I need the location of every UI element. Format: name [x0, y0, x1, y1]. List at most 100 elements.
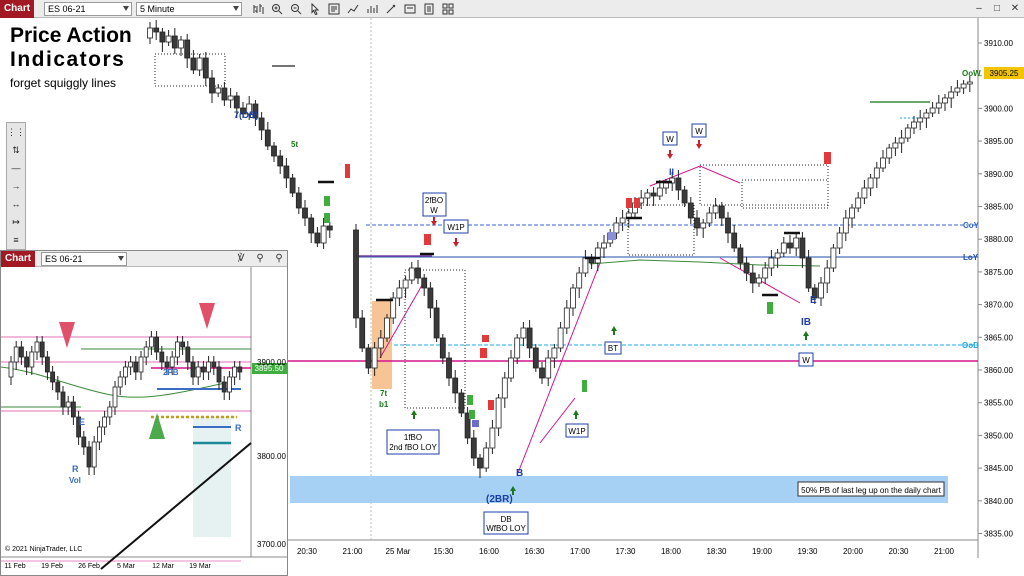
- bear-candle: [687, 202, 694, 219]
- bull-candle: [886, 147, 893, 159]
- bull-candle: [824, 267, 831, 284]
- bear-candle: [50, 371, 55, 383]
- interval-value: 5 Minute: [140, 3, 175, 14]
- bars-icon[interactable]: ℣: [233, 252, 249, 266]
- bull-candle: [107, 406, 113, 418]
- bear-candle: [209, 77, 215, 94]
- pointer-icon[interactable]: [307, 2, 323, 16]
- inset-price-label: 3700.00: [257, 540, 286, 549]
- bull-candle: [966, 81, 973, 85]
- bear-candle: [805, 257, 812, 289]
- extended-line-icon[interactable]: ↔: [7, 195, 25, 213]
- drawing-toolstrip: ⋮⋮ ⇅ — → ↔ ↦ ≡: [6, 122, 26, 250]
- horizontal-line-icon[interactable]: —: [7, 159, 25, 177]
- bear-candle: [787, 242, 793, 249]
- inset-chart-tab[interactable]: Chart: [1, 250, 35, 267]
- bear-candle: [458, 392, 465, 414]
- arrow-up-down-icon[interactable]: ⇅: [7, 141, 25, 159]
- inset-price-label: 3900.00: [257, 358, 286, 367]
- bear-candle: [302, 207, 308, 219]
- two-br-label: (2BR): [486, 494, 513, 505]
- bull-candle: [706, 212, 713, 224]
- bull-candle: [836, 232, 843, 249]
- bear-candle: [749, 272, 756, 284]
- price-axis-label: 3875.00: [984, 268, 1013, 277]
- bear-candle: [233, 95, 240, 109]
- bear-candle: [133, 361, 139, 373]
- bull-candle: [29, 351, 35, 368]
- time-axis-label: 20:30: [888, 547, 909, 556]
- bear-candle: [326, 225, 333, 231]
- info-marker: [472, 420, 479, 427]
- five-t-label: 5t: [291, 140, 298, 149]
- zoom-out-icon[interactable]: ⚲: [271, 252, 287, 266]
- minimize-icon[interactable]: –: [970, 2, 988, 16]
- toolstrip-grip-icon[interactable]: ⋮⋮: [7, 123, 25, 141]
- trend-channel-icon[interactable]: ≡: [7, 231, 25, 249]
- inset-date-label: 19 Mar: [189, 563, 211, 570]
- properties-icon[interactable]: [421, 2, 437, 16]
- instrument-value: ES 06-21: [48, 3, 86, 14]
- templates-icon[interactable]: [440, 2, 456, 16]
- bull-candle: [384, 317, 390, 339]
- oow-label: OoW: [962, 69, 981, 78]
- chevron-down-icon: [233, 5, 239, 11]
- bull-candle: [483, 447, 490, 469]
- bear-candle: [731, 232, 738, 249]
- buy-marker: [767, 302, 773, 314]
- up-arrow-icon: [611, 326, 617, 335]
- close-icon[interactable]: ✕: [1006, 2, 1024, 16]
- order-entry-icon[interactable]: [402, 2, 418, 16]
- bear-candle: [799, 237, 806, 259]
- bull-candle: [756, 277, 762, 284]
- price-axis-label: 3855.00: [984, 399, 1013, 408]
- bull-candle: [551, 347, 558, 359]
- bull-candle: [128, 361, 133, 368]
- info-marker: [608, 232, 616, 240]
- bull-candle: [942, 97, 948, 104]
- bear-candle: [353, 229, 359, 319]
- bull-candle: [563, 307, 570, 329]
- inset-price-chart[interactable]: E R Vol 2PB R 3800.00 3700.00 3895.50 11…: [1, 267, 287, 575]
- bull-candle: [762, 267, 769, 279]
- data-box-icon[interactable]: [326, 2, 342, 16]
- inset-2pb-label: 2PB: [163, 368, 179, 377]
- maximize-icon[interactable]: □: [988, 2, 1006, 16]
- bull-candle: [849, 207, 855, 219]
- zoom-in-icon[interactable]: [269, 2, 285, 16]
- inset-instrument-selector[interactable]: ES 06-21: [41, 251, 127, 266]
- bull-candle: [613, 222, 620, 234]
- time-axis-label: 17:30: [615, 547, 636, 556]
- bull-candle: [178, 39, 184, 49]
- instrument-selector[interactable]: ES 06-21: [44, 1, 132, 16]
- bull-candle: [594, 247, 601, 264]
- drawing-tools-icon[interactable]: [383, 2, 399, 16]
- price-axis-label: 3885.00: [984, 203, 1013, 212]
- bull-candle: [520, 327, 527, 339]
- bars-icon[interactable]: [250, 2, 266, 16]
- bear-triangle-icon: [59, 322, 75, 348]
- buy-marker: [469, 410, 475, 419]
- bear-candle: [184, 39, 191, 59]
- bull-candle: [501, 377, 508, 399]
- inset-date-label: 12 Mar: [152, 563, 174, 570]
- bull-candle: [508, 357, 514, 379]
- pointer-line-icon[interactable]: ↦: [7, 213, 25, 231]
- sell-marker: [424, 234, 431, 245]
- bull-candle: [196, 57, 203, 71]
- zoom-in-icon[interactable]: ⚲: [252, 252, 268, 266]
- up-arrow-icon: [803, 331, 809, 340]
- bull-candle: [582, 257, 589, 274]
- interval-selector[interactable]: 5 Minute: [136, 1, 242, 16]
- ray-icon[interactable]: →: [7, 177, 25, 195]
- inset-daily-chart-window[interactable]: Chart ES 06-21 ℣ ⚲ ⚲ E R Vol 2PB R 3800.…: [0, 250, 288, 576]
- price-axis-label: 3835.00: [984, 530, 1013, 539]
- indicators-icon[interactable]: [345, 2, 361, 16]
- zoom-out-icon[interactable]: [288, 2, 304, 16]
- bull-candle: [663, 182, 669, 189]
- strategies-icon[interactable]: [364, 2, 380, 16]
- bear-candle: [86, 446, 92, 468]
- two-fbo-text: 2fBO: [425, 196, 443, 205]
- chart-tab[interactable]: Chart: [0, 0, 34, 18]
- bull-candle: [215, 87, 222, 94]
